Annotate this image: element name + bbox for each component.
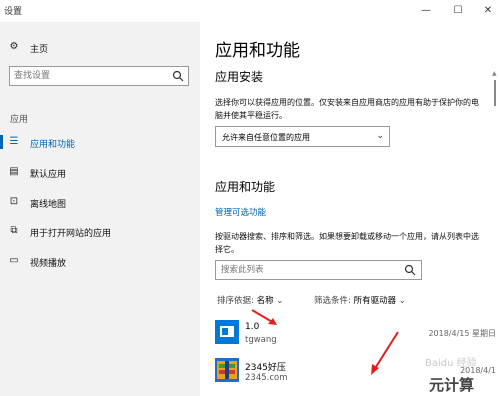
sort-label: 排序依据: xyxy=(217,296,254,306)
app-publisher: 2345.com xyxy=(245,373,288,383)
close-button[interactable]: ✕ xyxy=(472,0,500,22)
default-apps-icon: ▤ xyxy=(9,166,19,177)
install-source-value: 允许来自任意位置的应用 xyxy=(222,133,310,142)
website-apps-icon: ⧉ xyxy=(10,225,18,236)
app-name: 1.0 xyxy=(245,322,260,332)
app-name: 2345好压 xyxy=(245,363,286,373)
app-list-search-input[interactable] xyxy=(216,261,396,279)
section-label-apps: 应用 xyxy=(10,115,29,125)
search-icon[interactable] xyxy=(172,70,184,82)
install-heading: 应用安装 xyxy=(215,70,264,84)
scroll-up-icon[interactable]: ▲ xyxy=(492,70,497,77)
maximize-button[interactable]: ☐ xyxy=(442,0,474,22)
sort-dropdown[interactable]: 排序依据: 名称 ⌄ xyxy=(217,294,283,306)
active-indicator xyxy=(0,135,3,149)
title-bar: 设置 — ☐ ✕ xyxy=(0,0,500,22)
sidebar-item-label: 离线地图 xyxy=(30,200,67,210)
chevron-down-icon: ⌄ xyxy=(376,131,384,141)
filter-value: 所有驱动器 xyxy=(353,296,397,306)
sidebar-item-offline-maps[interactable]: ⊡ 离线地图 xyxy=(0,192,200,212)
sidebar-item-label: 默认应用 xyxy=(30,170,67,180)
sidebar-item-label: 视频播放 xyxy=(30,259,67,269)
app-list-item[interactable]: 1.0 tgwang 2018/4/15 星期日 xyxy=(215,320,500,350)
sidebar-item-label: 用于打开网站的应用 xyxy=(30,229,112,239)
sidebar-item-video-playback[interactable]: ▭ 视频播放 xyxy=(0,251,200,271)
chevron-down-icon: ⌄ xyxy=(398,296,406,306)
svg-text:Baidu 经验: Baidu 经验 xyxy=(425,356,477,369)
app-install-date: 2018/4/15 星期日 xyxy=(428,329,496,338)
app-window-icon xyxy=(215,320,239,344)
archive-app-icon xyxy=(215,358,239,382)
svg-text:元计算: 元计算 xyxy=(429,376,474,394)
sidebar-item-apps-features[interactable]: ☰ 应用和功能 xyxy=(0,132,200,152)
filter-label: 筛选条件: xyxy=(314,296,351,306)
sidebar-item-home[interactable]: ⚙ 主页 xyxy=(0,37,200,57)
features-heading: 应用和功能 xyxy=(215,180,276,194)
sidebar-item-default-apps[interactable]: ▤ 默认应用 xyxy=(0,162,200,182)
gear-icon: ⚙ xyxy=(9,41,19,52)
apps-list-icon: ☰ xyxy=(9,136,19,147)
map-icon: ⊡ xyxy=(9,196,19,207)
video-icon: ▭ xyxy=(9,255,19,266)
settings-search-input[interactable] xyxy=(10,67,160,85)
install-source-dropdown[interactable]: 允许来自任意位置的应用 ⌄ xyxy=(215,126,390,147)
main-content: 应用和功能 应用安装 选择你可以获得应用的位置。仅安装来自应用商店的应用有助于保… xyxy=(200,22,500,396)
sidebar-item-label: 应用和功能 xyxy=(30,140,76,150)
search-icon[interactable] xyxy=(404,264,416,276)
scrollbar[interactable]: ▲ xyxy=(492,70,498,110)
app-publisher: tgwang xyxy=(245,335,277,345)
filter-dropdown[interactable]: 筛选条件: 所有驱动器 ⌄ xyxy=(314,294,406,306)
sidebar-item-website-apps[interactable]: ⧉ 用于打开网站的应用 xyxy=(0,221,200,241)
sidebar-item-label: 主页 xyxy=(30,45,49,55)
sort-value: 名称 xyxy=(256,296,274,306)
watermark-logo: Baidu 经验 元计算 xyxy=(425,352,500,396)
page-title: 应用和功能 xyxy=(215,41,300,61)
settings-search-box[interactable] xyxy=(9,66,189,86)
sidebar: ⚙ 主页 应用 ☰ 应用和功能 ▤ 默认应用 ⊡ 离线地图 ⧉ 用于打开网站的应… xyxy=(0,22,200,396)
baidu-watermark-icon: Baidu 经验 元计算 xyxy=(425,356,477,394)
chevron-down-icon: ⌄ xyxy=(276,296,284,306)
manage-optional-features-link[interactable]: 管理可选功能 xyxy=(215,206,266,218)
install-description: 选择你可以获得应用的位置。仅安装来自应用商店的应用有助于保护你的电脑并使其平稳运… xyxy=(215,98,479,120)
minimize-button[interactable]: — xyxy=(410,0,442,22)
features-description: 按驱动器搜索、排序和筛选。如果想要卸载或移动一个应用，请从列表中选择它。 xyxy=(215,232,479,254)
scrollbar-thumb[interactable] xyxy=(494,80,496,106)
app-list-search-box[interactable] xyxy=(215,260,422,280)
window-title: 设置 xyxy=(4,7,23,17)
